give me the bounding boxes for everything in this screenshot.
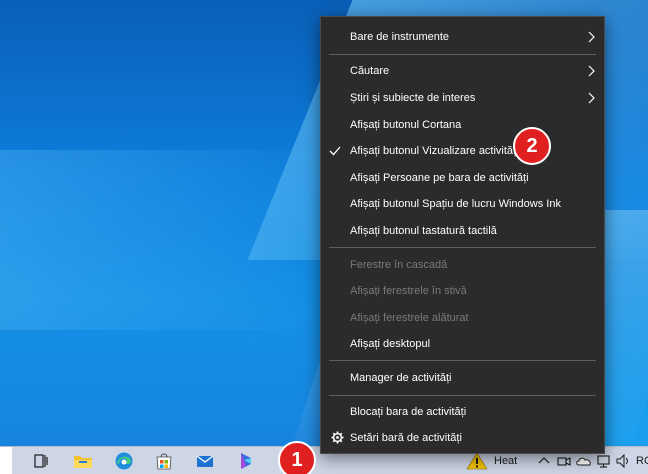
- weather-label[interactable]: Heat: [494, 455, 517, 467]
- task-view-icon[interactable]: [30, 450, 52, 472]
- menu-item-label: Manager de activități: [350, 372, 452, 384]
- callout-badge-1: 1: [278, 441, 316, 474]
- microsoft-store-icon[interactable]: [153, 450, 175, 472]
- menu-item-label: Știri și subiecte de interes: [350, 92, 476, 104]
- menu-item-task-view[interactable]: Afișați butonul Vizualizare activități: [321, 138, 604, 164]
- language-indicator[interactable]: RO: [636, 455, 648, 467]
- menu-separator: [329, 395, 596, 396]
- menu-item-stacked: Afișați ferestrele în stivă: [321, 278, 604, 304]
- menu-item-label: Setări bară de activități: [350, 432, 462, 444]
- menu-separator: [329, 247, 596, 248]
- mail-icon[interactable]: [194, 450, 216, 472]
- onedrive-cloud-icon[interactable]: [575, 451, 593, 471]
- menu-item-touch-keyboard[interactable]: Afișați butonul tastatură tactilă: [321, 218, 604, 244]
- menu-item-side-by-side: Afișați ferestrele alăturat: [321, 305, 604, 331]
- menu-item-taskbar-settings[interactable]: Setări bară de activități: [321, 425, 604, 451]
- menu-item-label: Afișați ferestrele alăturat: [350, 312, 469, 324]
- app-icon[interactable]: [235, 450, 257, 472]
- menu-item-cortana[interactable]: Afișați butonul Cortana: [321, 112, 604, 138]
- menu-item-search[interactable]: Căutare: [321, 58, 604, 84]
- callout-badge-2: 2: [513, 127, 551, 165]
- menu-item-cascade: Ferestre în cascadă: [321, 252, 604, 278]
- edge-icon[interactable]: [113, 450, 135, 472]
- meet-now-icon[interactable]: [556, 451, 572, 471]
- menu-item-news[interactable]: Știri și subiecte de interes: [321, 85, 604, 111]
- menu-item-label: Ferestre în cascadă: [350, 259, 448, 271]
- menu-item-ink-workspace[interactable]: Afișați butonul Spațiu de lucru Windows …: [321, 191, 604, 217]
- menu-item-label: Afișați desktopul: [350, 338, 431, 350]
- chevron-right-icon: [588, 92, 595, 104]
- menu-item-show-desktop[interactable]: Afișați desktopul: [321, 331, 604, 357]
- menu-item-label: Afișați butonul Spațiu de lucru Windows …: [350, 198, 561, 210]
- start-button-edge[interactable]: [0, 447, 12, 474]
- chevron-right-icon: [588, 31, 595, 43]
- chevron-right-icon: [588, 65, 595, 77]
- menu-item-people[interactable]: Afișați Persoane pe bara de activități: [321, 165, 604, 191]
- menu-item-label: Bare de instrumente: [350, 31, 450, 43]
- menu-item-label: Afișați butonul tastatură tactilă: [350, 225, 497, 237]
- network-icon[interactable]: [596, 451, 612, 471]
- menu-item-label: Blocați bara de activități: [350, 406, 467, 418]
- menu-item-label: Afișați ferestrele în stivă: [350, 285, 467, 297]
- checkmark-icon: [329, 146, 341, 156]
- menu-item-toolbars[interactable]: Bare de instrumente: [321, 24, 604, 50]
- chevron-up-icon[interactable]: [537, 451, 551, 471]
- volume-icon[interactable]: [615, 451, 631, 471]
- menu-item-label: Afișați butonul Vizualizare activități: [350, 145, 519, 157]
- menu-separator: [329, 360, 596, 361]
- menu-item-label: Afișați butonul Cortana: [350, 119, 462, 131]
- menu-separator: [329, 54, 596, 55]
- menu-item-label: Căutare: [350, 65, 390, 77]
- taskbar-context-menu: Bare de instrumente Căutare Știri și sub…: [320, 16, 605, 454]
- menu-item-label: Afișați Persoane pe bara de activități: [350, 172, 529, 184]
- gear-icon: [331, 431, 344, 444]
- file-explorer-icon[interactable]: [72, 450, 94, 472]
- menu-item-task-manager[interactable]: Manager de activități: [321, 365, 604, 391]
- weather-warning-icon[interactable]: [466, 451, 488, 471]
- menu-item-lock-taskbar[interactable]: Blocați bara de activități: [321, 399, 604, 425]
